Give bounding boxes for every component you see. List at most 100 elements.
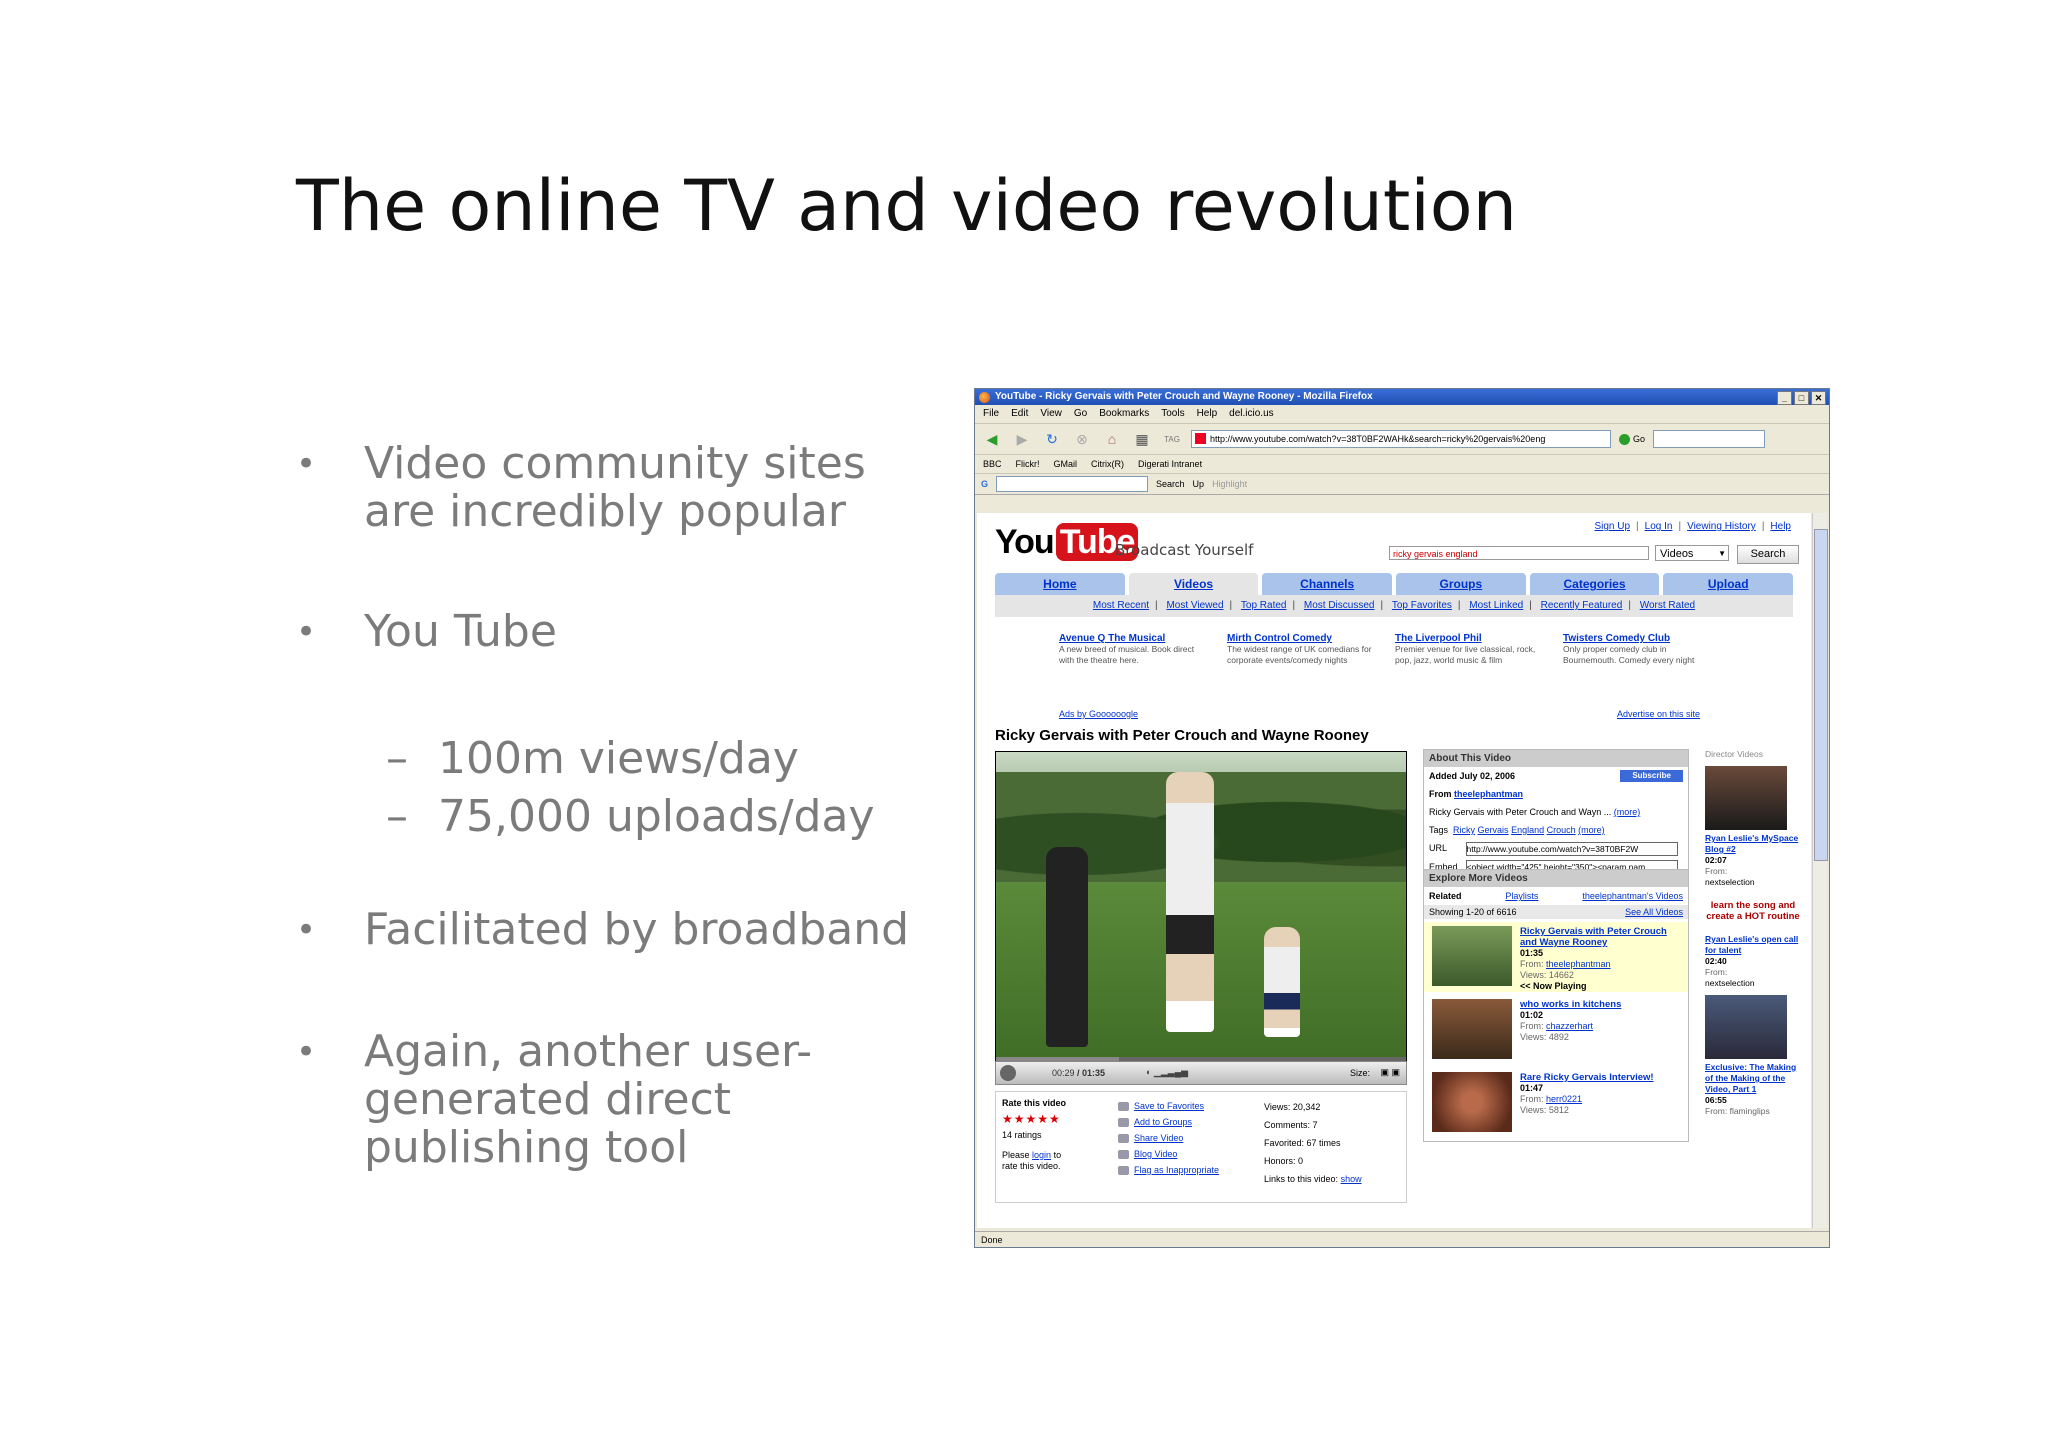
help-link[interactable]: Help	[1770, 521, 1791, 532]
subnav-most-viewed[interactable]: Most Viewed	[1166, 600, 1223, 611]
ad-title-link[interactable]: Avenue Q The Musical	[1059, 633, 1209, 644]
subscribe-button[interactable]: Subscribe	[1620, 770, 1683, 782]
tab-user-videos[interactable]: theelephantman's Videos	[1582, 891, 1683, 901]
google-search-button[interactable]: Search	[1156, 479, 1185, 489]
blog-video-link[interactable]: Blog Video	[1116, 1146, 1219, 1162]
promo-text[interactable]: learn the song and create a HOT routine	[1705, 900, 1801, 922]
related-video-item[interactable]: Ricky Gervais with Peter Crouch and Wayn…	[1424, 922, 1688, 992]
tab-channels[interactable]: Channels	[1262, 573, 1393, 595]
tag-link[interactable]: England	[1511, 825, 1544, 835]
related-user-link[interactable]: herr0221	[1546, 1094, 1582, 1104]
tab-home[interactable]: Home	[995, 573, 1125, 595]
fullscreen-icon[interactable]: ▣ ▣	[1380, 1067, 1400, 1078]
video-thumbnail[interactable]	[1705, 995, 1787, 1059]
show-links-link[interactable]: show	[1341, 1174, 1362, 1184]
uploader-link[interactable]: theelephantman	[1454, 789, 1523, 799]
url-bar[interactable]: http://www.youtube.com/watch?v=38T0BF2WA…	[1191, 430, 1611, 448]
login-link[interactable]: login	[1032, 1150, 1051, 1160]
subnav-top-favorites[interactable]: Top Favorites	[1392, 600, 1452, 611]
advertise-link[interactable]: Advertise on this site	[1617, 709, 1700, 719]
url-field[interactable]: http://www.youtube.com/watch?v=38T0BF2W	[1465, 841, 1678, 856]
bookmark-gmail[interactable]: GMail	[1054, 455, 1078, 473]
tags-more-link[interactable]: (more)	[1578, 825, 1605, 835]
progress-bar[interactable]	[996, 1057, 1406, 1061]
bookmark-flickr[interactable]: Flickr!	[1016, 455, 1040, 473]
director-video-title[interactable]: Ryan Leslie's MySpace Blog #2	[1705, 833, 1801, 855]
scrollbar-thumb[interactable]	[1814, 529, 1828, 861]
more-link[interactable]: (more)	[1614, 807, 1641, 817]
menu-go[interactable]: Go	[1074, 405, 1087, 423]
close-icon[interactable]: ✕	[1811, 391, 1826, 405]
google-search-input[interactable]	[996, 476, 1149, 492]
subnav-most-linked[interactable]: Most Linked	[1469, 600, 1523, 611]
log-in-link[interactable]: Log In	[1645, 521, 1673, 532]
menu-help[interactable]: Help	[1197, 405, 1218, 423]
subnav-worst-rated[interactable]: Worst Rated	[1640, 600, 1695, 611]
tab-categories[interactable]: Categories	[1529, 573, 1660, 595]
tab-groups[interactable]: Groups	[1396, 573, 1526, 595]
menu-delicious[interactable]: del.icio.us	[1229, 405, 1273, 423]
volume-icon[interactable]: ◐ ▁▂▃▄▅	[1146, 1067, 1188, 1078]
tab-playlists[interactable]: Playlists	[1505, 891, 1538, 901]
video-player[interactable]	[995, 751, 1407, 1063]
video-thumbnail[interactable]	[1432, 926, 1512, 986]
ad-title-link[interactable]: Twisters Comedy Club	[1563, 633, 1713, 644]
save-to-favorites-link[interactable]: Save to Favorites	[1116, 1098, 1219, 1114]
youtube-search-button[interactable]: Search	[1737, 545, 1799, 564]
tag-link[interactable]: Gervais	[1478, 825, 1509, 835]
subnav-most-discussed[interactable]: Most Discussed	[1304, 600, 1375, 611]
related-title[interactable]: Ricky Gervais with Peter Crouch and Wayn…	[1520, 926, 1670, 948]
ad-title-link[interactable]: Mirth Control Comedy	[1227, 633, 1377, 644]
maximize-icon[interactable]: □	[1794, 391, 1809, 405]
search-scope-select[interactable]: Videos	[1655, 545, 1729, 562]
related-video-item[interactable]: Rare Ricky Gervais Interview! 01:47 From…	[1424, 1068, 1688, 1138]
google-up-button[interactable]: Up	[1193, 479, 1205, 489]
subnav-top-rated[interactable]: Top Rated	[1241, 600, 1287, 611]
tab-related[interactable]: Related	[1429, 891, 1462, 901]
related-title[interactable]: who works in kitchens	[1520, 999, 1670, 1010]
tag-icon[interactable]: TAG	[1161, 429, 1183, 449]
tab-upload[interactable]: Upload	[1663, 573, 1794, 595]
ad-title-link[interactable]: The Liverpool Phil	[1395, 633, 1545, 644]
video-thumbnail[interactable]	[1432, 999, 1512, 1059]
related-user-link[interactable]: chazzerhart	[1546, 1021, 1593, 1031]
pause-icon[interactable]	[1000, 1065, 1016, 1081]
add-to-groups-link[interactable]: Add to Groups	[1116, 1114, 1219, 1130]
reload-icon[interactable]: ↻	[1041, 429, 1063, 449]
menu-tools[interactable]: Tools	[1161, 405, 1184, 423]
tab-videos[interactable]: Videos	[1128, 573, 1259, 595]
bookmark-citrix[interactable]: Citrix(R)	[1091, 455, 1124, 473]
google-highlight-button[interactable]: Highlight	[1212, 479, 1247, 489]
youtube-search-input[interactable]: ricky gervais england	[1389, 546, 1649, 560]
related-video-item[interactable]: who works in kitchens 01:02 From: chazze…	[1424, 995, 1688, 1065]
page-scrollbar[interactable]	[1812, 513, 1828, 1228]
subnav-most-recent[interactable]: Most Recent	[1093, 600, 1149, 611]
star-rating[interactable]: ★★★★★	[1002, 1112, 1061, 1126]
go-button[interactable]: Go	[1619, 433, 1645, 445]
delicious-icon[interactable]: ▦	[1131, 429, 1153, 449]
related-title[interactable]: Rare Ricky Gervais Interview!	[1520, 1072, 1670, 1083]
bookmark-bbc[interactable]: BBC	[983, 455, 1002, 473]
home-icon[interactable]: ⌂	[1101, 429, 1123, 449]
back-icon[interactable]: ◀	[981, 429, 1003, 449]
video-thumbnail[interactable]	[1705, 766, 1787, 830]
related-user-link[interactable]: theelephantman	[1546, 959, 1611, 969]
sign-up-link[interactable]: Sign Up	[1594, 521, 1630, 532]
ads-by-google-link[interactable]: Ads by Goooooogle	[1059, 709, 1138, 719]
menu-edit[interactable]: Edit	[1011, 405, 1028, 423]
tag-link[interactable]: Ricky	[1453, 825, 1475, 835]
bookmark-digerati[interactable]: Digerati Intranet	[1138, 455, 1202, 473]
subnav-recently-featured[interactable]: Recently Featured	[1541, 600, 1623, 611]
director-video-title[interactable]: Exclusive: The Making of the Making of t…	[1705, 1062, 1801, 1095]
minimize-icon[interactable]: _	[1777, 391, 1792, 405]
browser-search-input[interactable]	[1653, 430, 1766, 448]
tag-link[interactable]: Crouch	[1547, 825, 1576, 835]
menu-file[interactable]: File	[983, 405, 999, 423]
stop-icon[interactable]: ⊗	[1071, 429, 1093, 449]
viewing-history-link[interactable]: Viewing History	[1687, 521, 1756, 532]
menu-bookmarks[interactable]: Bookmarks	[1099, 405, 1149, 423]
director-video-title[interactable]: Ryan Leslie's open call for talent	[1705, 934, 1801, 956]
forward-icon[interactable]: ▶	[1011, 429, 1033, 449]
flag-inappropriate-link[interactable]: Flag as Inappropriate	[1116, 1162, 1219, 1178]
share-video-link[interactable]: Share Video	[1116, 1130, 1219, 1146]
